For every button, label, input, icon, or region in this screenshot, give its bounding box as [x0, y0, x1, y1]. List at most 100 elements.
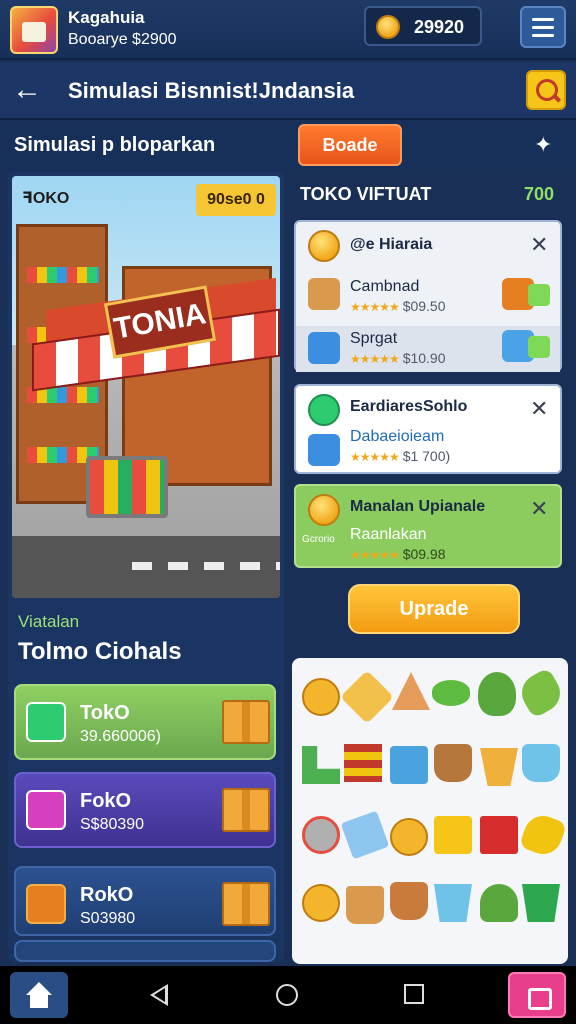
coin-icon[interactable] — [390, 818, 428, 856]
store-card[interactable]: RokO S03980 — [14, 866, 276, 936]
pot-icon[interactable] — [434, 744, 472, 782]
shop-icon[interactable] — [508, 972, 566, 1018]
upgrade-button[interactable]: Uprade — [348, 584, 520, 634]
coin-icon — [308, 230, 340, 262]
pepper-icon[interactable] — [480, 884, 518, 922]
shopping-cart-icon — [86, 456, 168, 518]
item-price: ★★★★★ $09.50 — [350, 298, 446, 314]
road — [12, 536, 280, 598]
store-scene[interactable]: TONIA ꟻOKO 90se0 0 — [12, 176, 280, 598]
tripod-icon[interactable] — [392, 672, 430, 710]
item-tag: Gcrorio — [302, 534, 335, 545]
card-title: FokO — [80, 790, 132, 812]
coin-icon[interactable] — [302, 678, 340, 716]
coin-icon[interactable] — [302, 884, 340, 922]
sack-icon — [308, 278, 340, 310]
item-title: Raanlakan — [350, 526, 427, 543]
banana-icon[interactable] — [518, 810, 568, 860]
box-icon — [222, 788, 270, 832]
barrel-icon[interactable] — [346, 886, 384, 924]
close-icon[interactable]: ✕ — [530, 232, 548, 258]
box-icon — [222, 882, 270, 926]
item-title: Dabaeioieam — [350, 428, 445, 445]
item-title: Sprgat — [350, 330, 398, 347]
store-card[interactable]: FokO S$80390 — [14, 772, 276, 848]
search-icon[interactable] — [526, 70, 566, 110]
upgrade-group: EardiaresSohlo ✕ Dabaeioieam ★★★★★ $1 70… — [294, 384, 562, 474]
item-price: ★★★★★ $10.90 — [350, 350, 446, 366]
cash-icon — [26, 702, 66, 742]
back-arrow-icon[interactable]: ← — [12, 74, 46, 108]
player-balance: Booarye $2900 — [68, 31, 177, 48]
card-title: RokO — [80, 884, 134, 906]
inventory-grid — [292, 658, 568, 964]
bag-icon[interactable] — [434, 816, 472, 854]
pipe-icon[interactable] — [302, 746, 340, 784]
section-title: Simulasi p bloparkan — [14, 134, 216, 156]
cucumber-icon[interactable] — [515, 667, 567, 719]
box-icon[interactable] — [390, 746, 428, 784]
tool-icon — [308, 332, 340, 364]
green-badge-icon — [528, 336, 550, 358]
scene-badge[interactable]: 90se0 0 — [196, 184, 276, 216]
hamburger-icon — [532, 18, 554, 21]
right-count: 700 — [524, 184, 555, 204]
item-price: ★★★★★ $1 700) — [350, 448, 451, 464]
close-icon[interactable]: ✕ — [530, 396, 548, 422]
coin-counter[interactable]: 29920 — [364, 6, 482, 46]
crate-icon[interactable] — [480, 816, 518, 854]
item-price: ★★★★★ $09.98 — [350, 546, 446, 562]
coin-value: 29920 — [414, 17, 465, 37]
left-subtitle: Viatalan — [18, 612, 80, 631]
sack-icon[interactable] — [390, 882, 428, 920]
header: ← Simulasi Bisnnist!Jndansia — [0, 62, 576, 120]
pin-icon[interactable]: ✦ — [534, 132, 552, 158]
green-badge-icon — [528, 284, 550, 306]
navigation-bar — [0, 966, 576, 1024]
item-title: Manalan Upianale — [350, 498, 486, 515]
coin-icon — [376, 15, 400, 39]
close-icon[interactable]: ✕ — [530, 496, 548, 522]
top-bar: Kagahuia Booarye $2900 29920 — [0, 0, 576, 60]
tag-icon[interactable] — [340, 670, 394, 724]
store-card[interactable]: TokO 39.660006) — [14, 684, 276, 760]
item-title: EardiaresSohlo — [350, 398, 468, 415]
card-value: 39.660006) — [80, 728, 161, 745]
basket-icon[interactable] — [480, 748, 518, 786]
check-icon — [308, 394, 340, 426]
player-name: Kagahuia — [68, 8, 145, 27]
subheader: Simulasi p bloparkan Boade ✦ — [0, 122, 576, 170]
tool-icon — [308, 434, 340, 466]
scene-label: ꟻOKO — [22, 190, 70, 207]
bottle-icon — [26, 884, 66, 924]
bucket-icon[interactable] — [434, 884, 472, 922]
coin-icon — [308, 494, 340, 526]
bag-icon — [26, 790, 66, 830]
card-value: S$80390 — [80, 816, 145, 833]
home-icon[interactable] — [10, 972, 68, 1018]
trash-bin-icon[interactable] — [522, 884, 560, 922]
clock-icon[interactable] — [302, 816, 340, 854]
right-panel: TOKO VIFTUAT 700 @e Hiaraia ✕ Cambnad ★★… — [290, 172, 568, 652]
back-triangle-icon[interactable] — [150, 984, 168, 1006]
page-title: Simulasi Bisnnist!Jndansia — [68, 78, 355, 103]
avatar[interactable] — [10, 6, 58, 54]
card-title: TokO — [80, 702, 130, 724]
upgrade-group: Manalan Upianale ✕ Gcrorio Raanlakan ★★★… — [294, 484, 562, 568]
mode-button[interactable]: Boade — [298, 124, 402, 166]
pepper-icon[interactable] — [478, 672, 516, 716]
item-title: @e Hiaraia — [350, 236, 433, 253]
card-value: S03980 — [80, 910, 136, 927]
jar-icon[interactable] — [522, 744, 560, 782]
item-title: Cambnad — [350, 278, 420, 295]
box-icon — [222, 700, 270, 744]
cucumber-icon[interactable] — [432, 680, 470, 706]
store-card-partial[interactable] — [14, 940, 276, 962]
right-title: TOKO VIFTUAT — [300, 184, 432, 204]
ticket-icon[interactable] — [340, 810, 390, 860]
menu-button[interactable] — [520, 6, 566, 48]
shelf-icon[interactable] — [344, 744, 382, 782]
left-heading: Tolmo Ciohals — [18, 638, 182, 665]
home-circle-icon[interactable] — [276, 984, 298, 1006]
recents-square-icon[interactable] — [404, 984, 424, 1004]
